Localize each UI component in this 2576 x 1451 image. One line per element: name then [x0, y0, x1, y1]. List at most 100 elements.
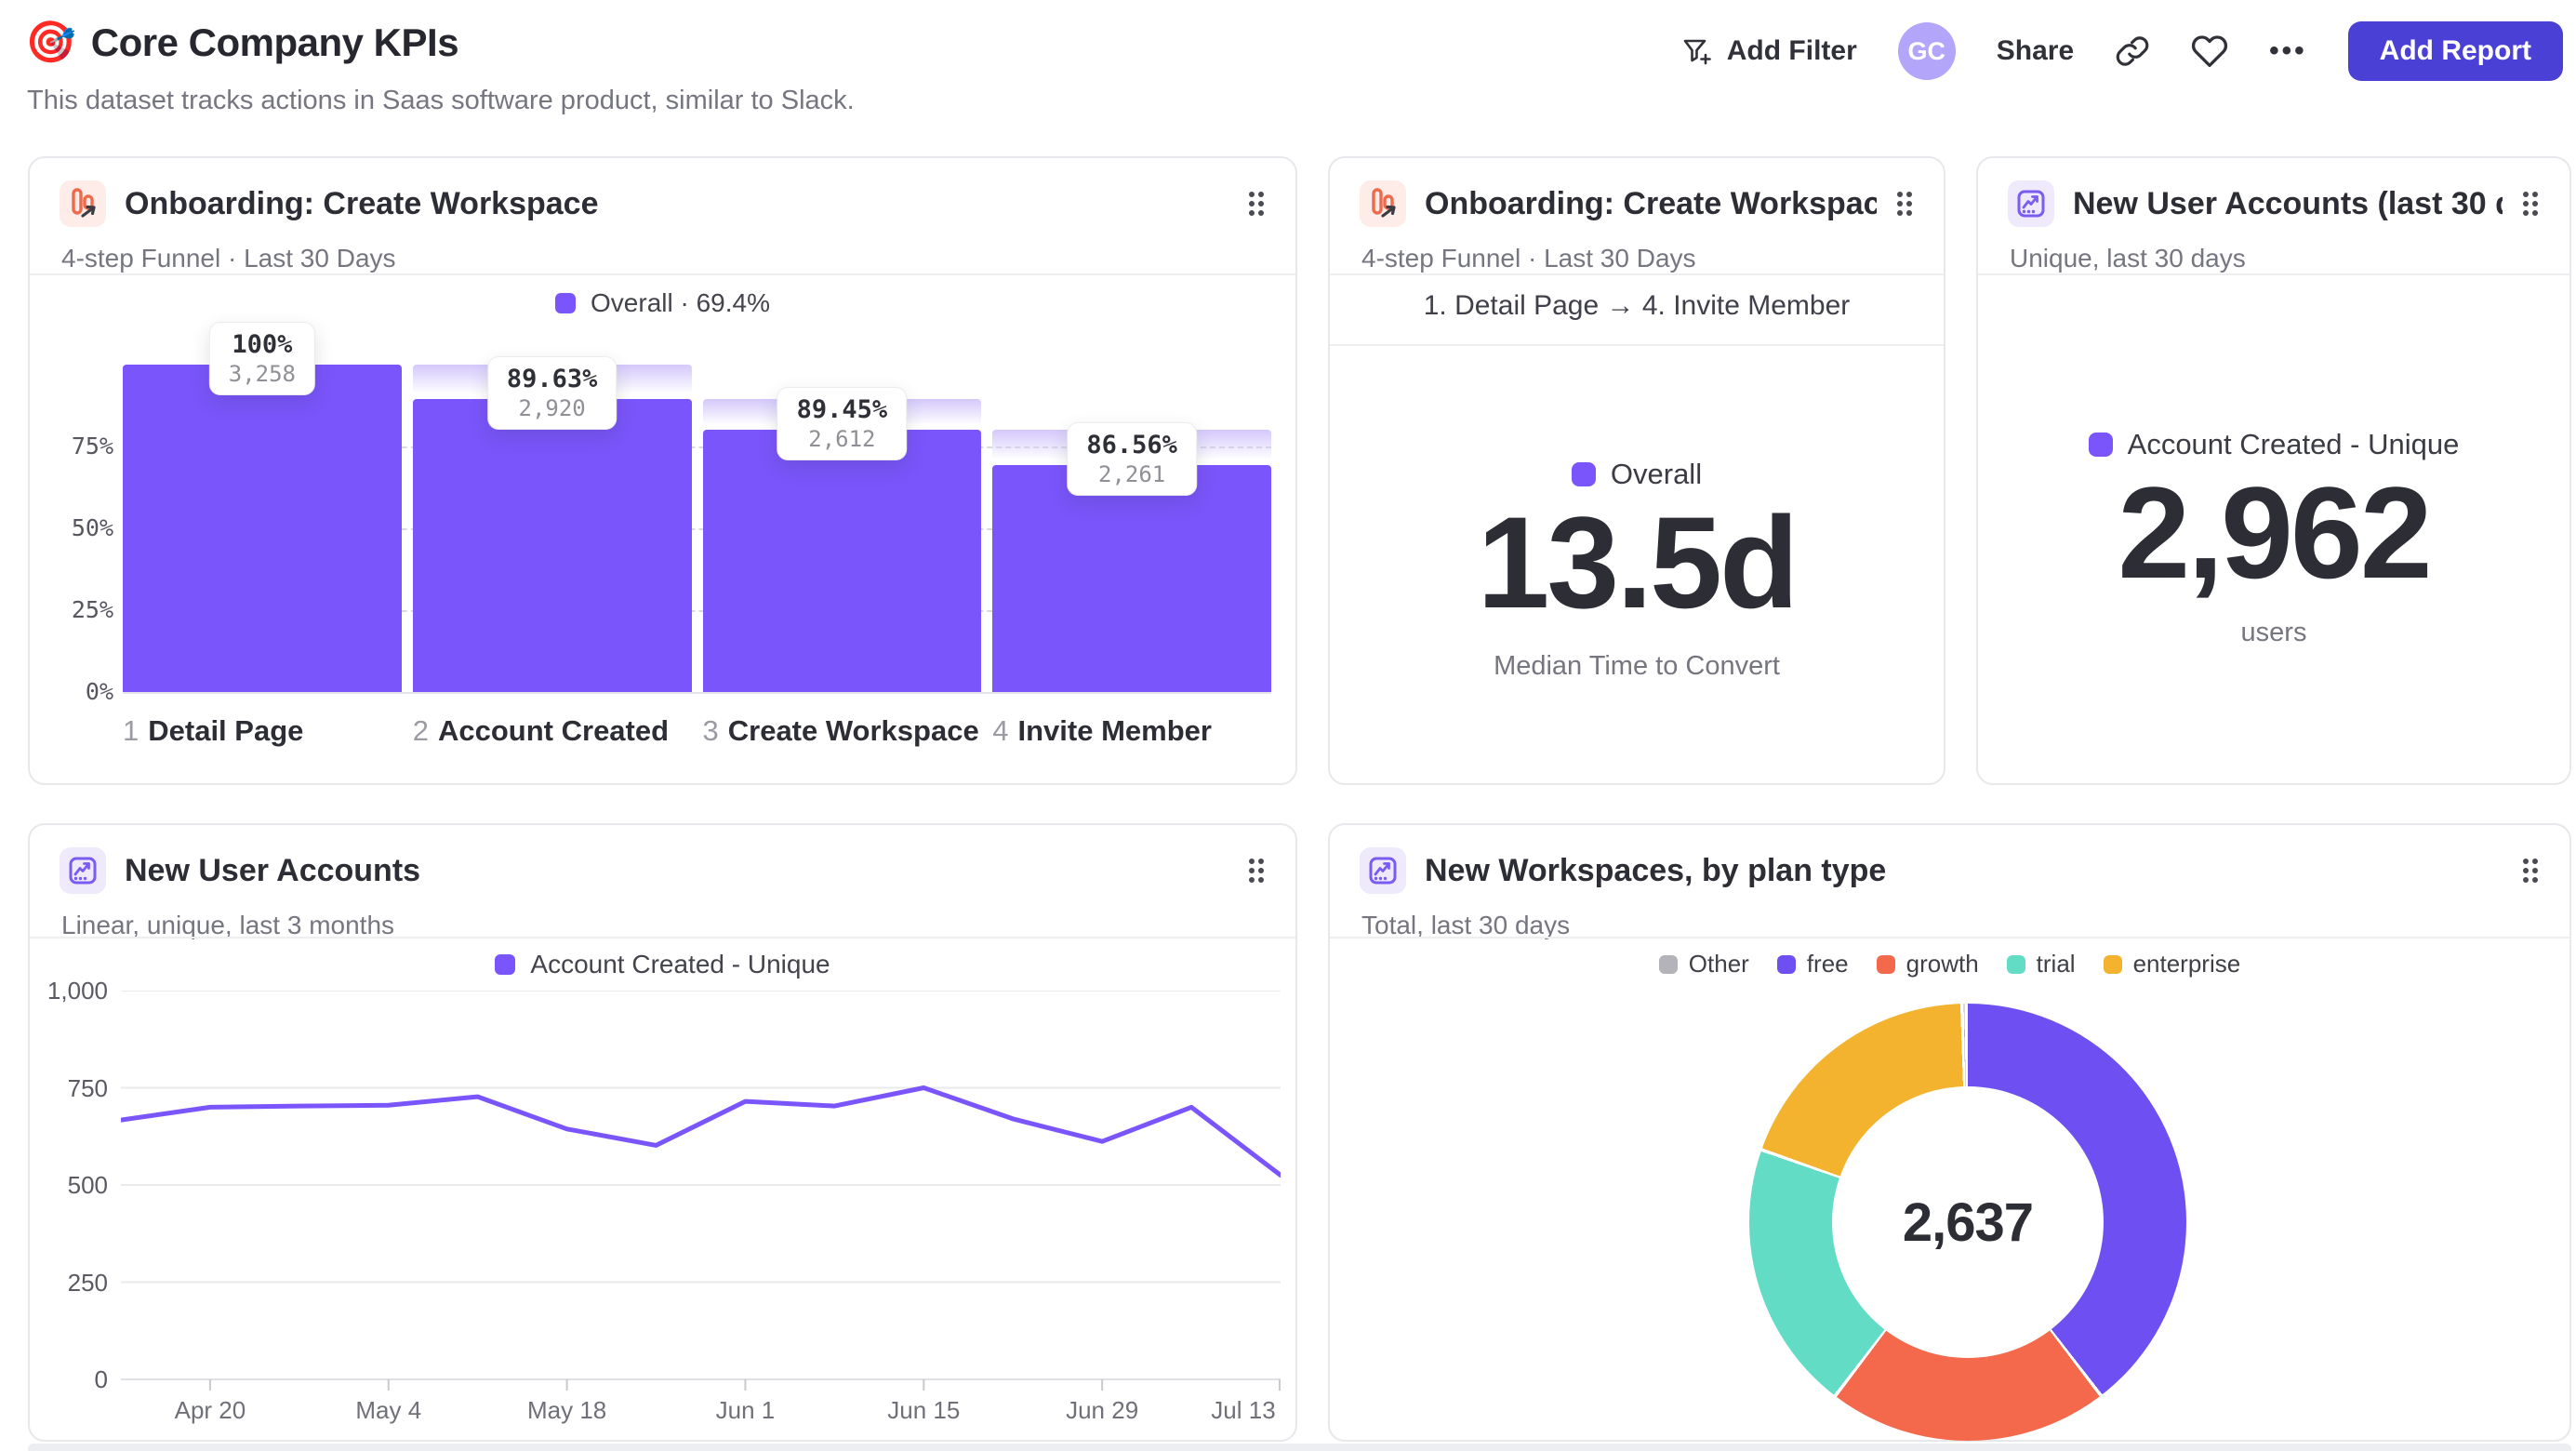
legend-item-enterprise[interactable]: enterprise [2103, 950, 2241, 978]
y-tick-label: 25% [71, 596, 113, 623]
step-name: Account Created [438, 714, 670, 747]
header-actions: Add Filter GC Share ••• Add Report [1680, 0, 2563, 102]
drag-handle-icon[interactable] [2521, 188, 2540, 220]
y-tick-label: 75% [71, 433, 113, 459]
x-tick-label: Jun 15 [887, 1396, 961, 1424]
x-tick-label: Jun 1 [715, 1396, 776, 1424]
funnel-bar-detail-page[interactable] [123, 365, 402, 692]
legend-item-free[interactable]: free [1776, 950, 1849, 978]
step-number: 1 [123, 714, 139, 747]
divider [1330, 273, 1944, 275]
divider [30, 937, 1295, 938]
step-number: 4 [992, 714, 1009, 747]
metric-legend[interactable]: Account Created - Unique [2088, 428, 2459, 461]
x-tick-label: Jul 13 [1211, 1396, 1276, 1424]
card-title: Onboarding: Create Workspace [1425, 185, 1877, 221]
divider [30, 273, 1295, 275]
drag-handle-icon[interactable] [1247, 188, 1266, 220]
funnel-range-label: 1. Detail Page → 4. Invite Member [1423, 290, 1851, 321]
conversion-pct: 89.63% [506, 364, 598, 393]
legend-swatch [1658, 954, 1678, 974]
trend-line[interactable] [121, 1085, 1281, 1178]
copy-link-icon[interactable] [2115, 33, 2150, 69]
legend-label: free [1806, 950, 1849, 978]
dashboard-header: 🎯 Core Company KPIs This dataset tracks … [0, 0, 2576, 140]
card-title: Onboarding: Create Workspace [125, 185, 599, 221]
x-axis-line [123, 692, 1271, 694]
metric-caption: Median Time to Convert [1494, 651, 1780, 681]
metric-caption: users [2240, 618, 2307, 647]
y-tick-label: 250 [67, 1268, 108, 1297]
funnel-bar-create-workspace[interactable] [702, 429, 982, 692]
share-button[interactable]: Share [1997, 35, 2074, 67]
funnel-step-label: 4 Invite Member [992, 714, 1212, 748]
conversion-pct: 100% [232, 330, 293, 359]
new-user-accounts-card: New User Accounts (last 30 days) Unique,… [1976, 156, 2571, 785]
funnel-bar-account-created[interactable] [412, 398, 692, 692]
page-title: Core Company KPIs [90, 20, 459, 64]
x-tick-label: May 18 [526, 1396, 607, 1424]
legend-item-trial[interactable]: trial [2006, 950, 2076, 978]
conversion-count: 2,920 [518, 394, 586, 421]
funnel-bar-invite-member[interactable] [992, 464, 1271, 692]
legend-swatch [1571, 462, 1596, 486]
legend-label: trial [2036, 950, 2076, 978]
user-avatar[interactable]: GC [1897, 22, 1956, 80]
filter-plus-icon [1680, 34, 1714, 68]
donut-legend: Other free growth trial enterprise [1330, 950, 2569, 978]
card-title: New Workspaces, by plan type [1425, 852, 1887, 888]
funnel-step-label: 2 Account Created [413, 714, 669, 748]
insights-report-icon [60, 847, 106, 894]
workspaces-by-plan-card: New Workspaces, by plan type Total, last… [1328, 823, 2571, 1442]
conversion-count: 2,612 [808, 425, 876, 452]
time-to-convert-card: Onboarding: Create Workspace 4-step Funn… [1328, 156, 1945, 785]
insights-report-icon [2008, 180, 2054, 227]
y-tick-label: 1,000 [46, 977, 108, 1005]
funnel-legend[interactable]: Overall · 69.4% [30, 288, 1295, 318]
x-tick-label: Apr 20 [174, 1396, 246, 1424]
card-title: New User Accounts (last 30 days) [2073, 185, 2503, 221]
drag-handle-icon[interactable] [2521, 855, 2540, 886]
drag-handle-icon[interactable] [1895, 188, 1914, 220]
legend-swatch [1776, 954, 1796, 974]
legend-swatch [495, 954, 516, 975]
step-number: 2 [412, 714, 429, 747]
donut-chart[interactable]: 2,637 [1749, 1004, 2186, 1441]
unique-users-value: 2,962 [2118, 459, 2432, 606]
divider [1330, 344, 1944, 346]
line-legend[interactable]: Account Created - Unique [30, 950, 1295, 979]
step-name: Invite Member [1017, 714, 1212, 747]
card-subtitle: 4-step Funnel · Last 30 Days [61, 244, 396, 273]
divider [1330, 937, 2569, 938]
legend-label: Other [1688, 950, 1749, 978]
legend-label: growth [1905, 950, 1979, 978]
favorite-heart-icon[interactable] [2191, 33, 2228, 70]
card-subtitle: Unique, last 30 days [2010, 244, 2246, 273]
funnel-report-icon [1360, 180, 1406, 227]
funnel-step-label: 3 Create Workspace [703, 714, 979, 748]
x-tick-label: Jun 29 [1066, 1396, 1139, 1424]
more-options-button[interactable]: ••• [2269, 35, 2307, 67]
add-report-button[interactable]: Add Report [2347, 21, 2563, 81]
legend-item-growth[interactable]: growth [1876, 950, 1979, 978]
legend-swatch [2006, 954, 2025, 974]
conversion-count: 3,258 [228, 361, 296, 387]
add-filter-button[interactable]: Add Filter [1680, 34, 1857, 68]
drag-handle-icon[interactable] [1247, 855, 1266, 886]
conversion-pct: 89.45% [796, 394, 888, 424]
legend-swatch [2088, 433, 2113, 457]
legend-label: enterprise [2132, 950, 2241, 978]
insights-report-icon [1360, 847, 1406, 894]
conversion-pct: 86.56% [1086, 430, 1177, 459]
page-subtitle: This dataset tracks actions in Saas soft… [27, 86, 855, 115]
funnel-step-label: 1 Detail Page [123, 714, 303, 748]
step-number: 3 [702, 714, 719, 747]
legend-swatch [2103, 954, 2122, 974]
conversion-count: 2,261 [1097, 460, 1166, 487]
metric-legend[interactable]: Overall [1571, 458, 1702, 491]
funnel-value-tooltip: 86.56% 2,261 [1067, 421, 1197, 496]
card-title: New User Accounts [125, 852, 421, 888]
dashboard-emoji-icon: 🎯 [25, 20, 76, 65]
legend-item-other[interactable]: Other [1658, 950, 1749, 978]
step-name: Create Workspace [727, 714, 979, 747]
